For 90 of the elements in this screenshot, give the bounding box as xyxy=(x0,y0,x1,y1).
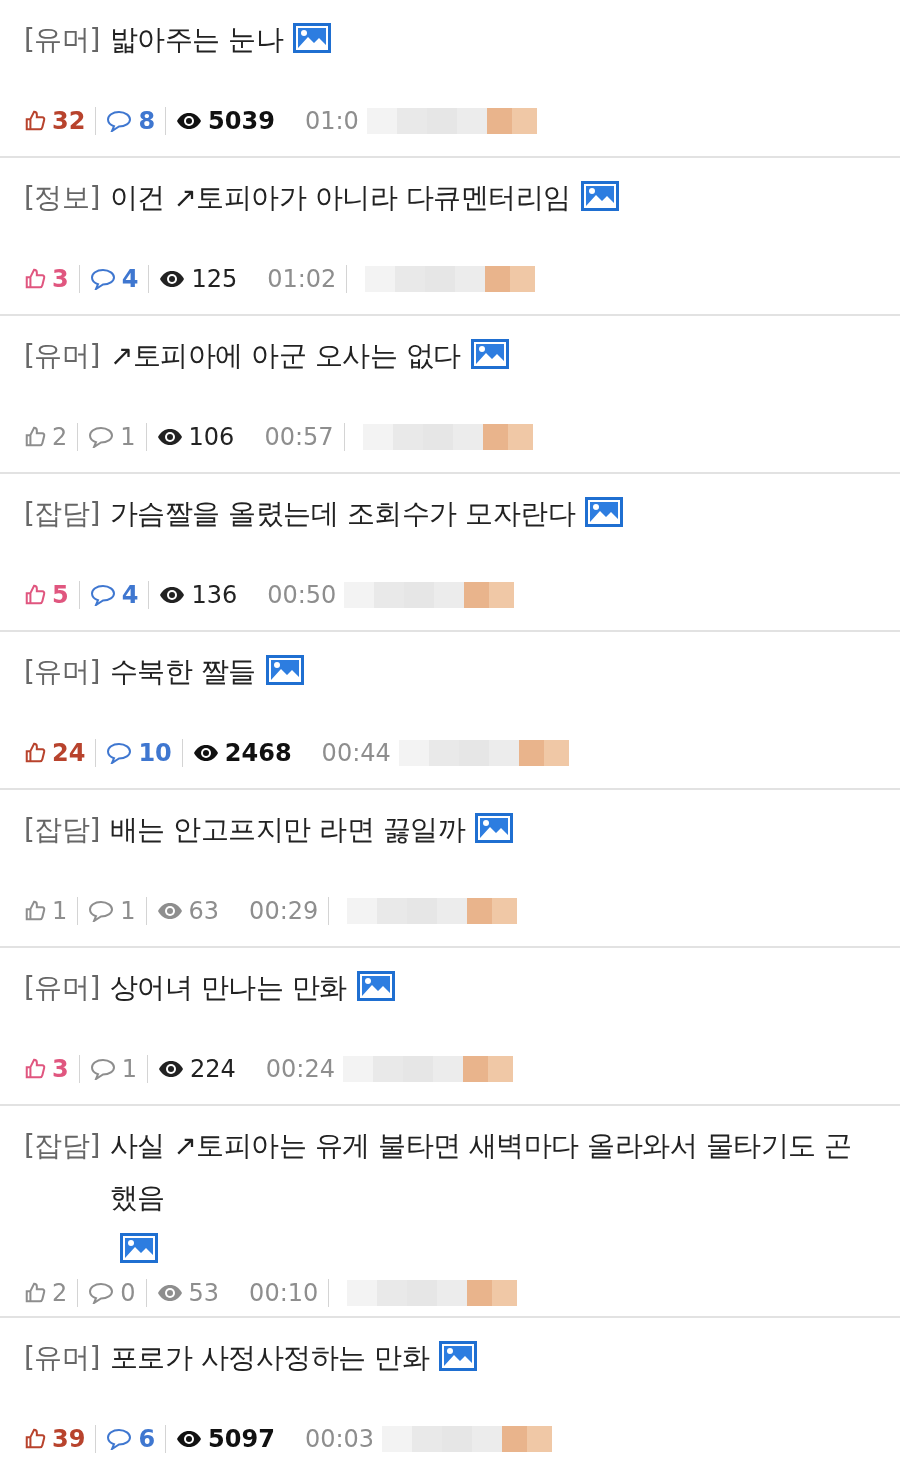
view-count: 5097 xyxy=(208,1425,275,1453)
eye-icon xyxy=(156,1284,183,1302)
speech-bubble-icon xyxy=(88,426,115,448)
view-count: 63 xyxy=(188,897,220,925)
eye-icon xyxy=(156,428,183,446)
post-time: 01:02 xyxy=(267,265,337,293)
image-icon xyxy=(293,23,332,53)
eye-icon xyxy=(176,112,203,130)
post-category: [잡담] xyxy=(24,1128,100,1164)
speech-bubble-icon xyxy=(106,110,133,132)
thumbs-up-icon xyxy=(24,110,46,132)
post-time: 01:0 xyxy=(304,107,359,135)
post-time: 00:10 xyxy=(249,1279,319,1307)
thumbs-up-icon xyxy=(24,1428,46,1450)
view-count: 125 xyxy=(191,265,238,293)
speech-bubble-icon xyxy=(106,742,133,764)
post-time: 00:50 xyxy=(267,581,337,609)
comment-count: 4 xyxy=(121,265,139,293)
comment-count: 0 xyxy=(120,1279,136,1307)
view-count: 136 xyxy=(191,581,238,609)
view-count: 224 xyxy=(190,1055,236,1083)
speech-bubble-icon xyxy=(88,1282,115,1304)
like-count: 5 xyxy=(52,581,69,609)
view-count: 53 xyxy=(188,1279,220,1307)
image-icon xyxy=(585,497,624,527)
speech-bubble-icon xyxy=(89,268,116,290)
post-title[interactable]: 밟아주는 눈나 xyxy=(109,14,284,66)
image-icon xyxy=(356,971,395,1001)
speech-bubble-icon xyxy=(89,584,116,606)
view-count: 5039 xyxy=(208,107,275,135)
post-title[interactable]: 포로가 사정사정하는 만화 xyxy=(109,1332,430,1384)
post-time: 00:57 xyxy=(264,423,334,451)
thumbs-up-icon xyxy=(24,426,46,448)
post-title[interactable]: 배는 안고프지만 라면 끓일까 xyxy=(109,804,466,856)
like-count: 3 xyxy=(52,265,69,293)
post-title[interactable]: 상어녀 만나는 만화 xyxy=(109,962,347,1014)
eye-icon xyxy=(158,1060,184,1078)
comment-count: 1 xyxy=(120,423,136,451)
eye-icon xyxy=(159,270,186,288)
comment-count: 1 xyxy=(120,897,136,925)
speech-bubble-icon xyxy=(89,1058,116,1080)
post-title[interactable]: 사실 ↗토피아는 유게 불타면 새벽마다 올라와서 물타기도 곤했음 xyxy=(109,1120,876,1224)
post-category: [유머] xyxy=(24,1340,100,1376)
thumbs-up-icon xyxy=(24,268,46,290)
post-category: [유머] xyxy=(24,22,100,58)
speech-bubble-icon xyxy=(106,1428,133,1450)
like-count: 3 xyxy=(52,1055,69,1083)
image-icon xyxy=(439,1341,478,1371)
eye-icon xyxy=(192,744,219,762)
thumbs-up-icon xyxy=(24,1058,46,1080)
like-count: 2 xyxy=(52,1279,68,1307)
comment-count: 6 xyxy=(138,1425,156,1453)
speech-bubble-icon xyxy=(88,900,115,922)
post-title[interactable]: 수북한 짤들 xyxy=(109,646,256,698)
image-icon xyxy=(580,181,619,211)
image-icon xyxy=(265,655,304,685)
eye-icon xyxy=(176,1430,203,1448)
post-category: [잡담] xyxy=(24,812,100,848)
post-category: [정보] xyxy=(24,180,100,216)
view-count: 2468 xyxy=(224,739,292,767)
thumbs-up-icon xyxy=(24,1282,46,1304)
thumbs-up-icon xyxy=(24,584,46,606)
image-icon xyxy=(119,1233,158,1263)
post-category: [잡담] xyxy=(24,496,100,532)
eye-icon xyxy=(156,902,183,920)
post-category: [유머] xyxy=(24,654,100,690)
post-title[interactable]: 가슴짤을 올렸는데 조회수가 모자란다 xyxy=(109,488,576,540)
thumbs-up-icon xyxy=(24,900,46,922)
post-time: 00:24 xyxy=(265,1055,335,1083)
post-title[interactable]: ↗토피아에 아군 오사는 없다 xyxy=(109,330,461,382)
image-icon xyxy=(475,813,514,843)
eye-icon xyxy=(159,586,186,604)
post-category: [유머] xyxy=(24,338,100,374)
comment-count: 1 xyxy=(121,1055,137,1083)
like-count: 2 xyxy=(52,423,68,451)
like-count: 39 xyxy=(52,1425,86,1453)
like-count: 24 xyxy=(52,739,86,767)
view-count: 106 xyxy=(188,423,235,451)
like-count: 32 xyxy=(52,107,86,135)
post-time: 00:44 xyxy=(321,739,391,767)
comment-count: 4 xyxy=(121,581,139,609)
post-title[interactable]: 이건 ↗토피아가 아니라 다큐멘터리임 xyxy=(109,172,571,224)
like-count: 1 xyxy=(52,897,68,925)
comment-count: 10 xyxy=(138,739,172,767)
comment-count: 8 xyxy=(138,107,156,135)
image-icon xyxy=(470,339,509,369)
thumbs-up-icon xyxy=(24,742,46,764)
post-category: [유머] xyxy=(24,970,100,1006)
post-time: 00:29 xyxy=(249,897,319,925)
post-time: 00:03 xyxy=(304,1425,375,1453)
